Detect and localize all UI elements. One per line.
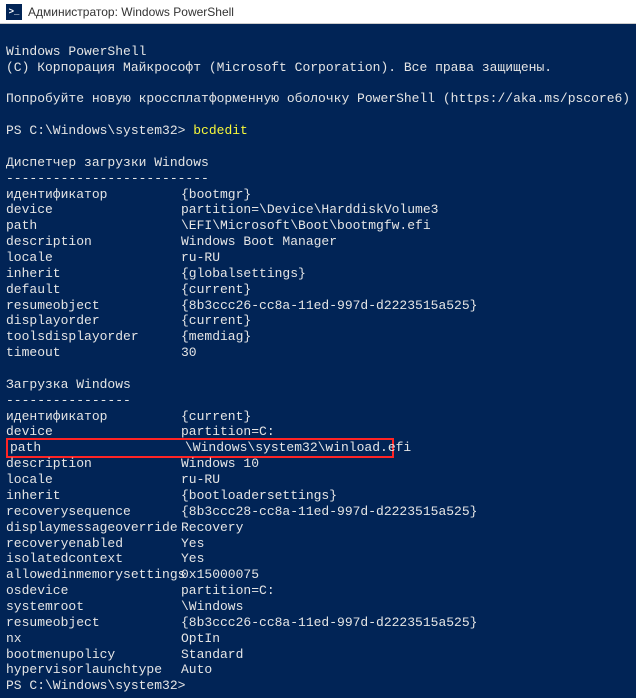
table-row: recoveryenabledYes <box>6 536 630 552</box>
table-row: isolatedcontextYes <box>6 551 630 567</box>
ps-header-line1: Windows PowerShell <box>6 44 146 59</box>
ps-header-line2: (C) Корпорация Майкрософт (Microsoft Cor… <box>6 60 552 75</box>
table-row: systemroot\Windows <box>6 599 630 615</box>
table-row: default{current} <box>6 282 630 298</box>
table-row: localeru-RU <box>6 250 630 266</box>
prompt-prefix: PS C:\Windows\system32> <box>6 123 193 138</box>
table-row: toolsdisplayorder{memdiag} <box>6 329 630 345</box>
window-titlebar[interactable]: >_ Администратор: Windows PowerShell <box>0 0 636 24</box>
table-row: timeout30 <box>6 345 630 361</box>
section1-divider: -------------------------- <box>6 171 209 186</box>
table-row: nxOptIn <box>6 631 630 647</box>
section2-divider: ---------------- <box>6 393 131 408</box>
table-row: идентификатор{current} <box>6 409 630 425</box>
table-row: osdevicepartition=C: <box>6 583 630 599</box>
command-text: bcdedit <box>193 123 248 138</box>
table-row: resumeobject{8b3ccc26-cc8a-11ed-997d-d22… <box>6 298 630 314</box>
prompt-ready: PS C:\Windows\system32> <box>6 678 185 693</box>
table-row: inherit{globalsettings} <box>6 266 630 282</box>
table-row: localeru-RU <box>6 472 630 488</box>
table-row: resumeobject{8b3ccc26-cc8a-11ed-997d-d22… <box>6 615 630 631</box>
table-row: displayorder{current} <box>6 313 630 329</box>
section1-title: Диспетчер загрузки Windows <box>6 155 209 170</box>
powershell-icon: >_ <box>6 4 22 20</box>
table-row: allowedinmemorysettings0x15000075 <box>6 567 630 583</box>
ps-header-line3: Попробуйте новую кроссплатформенную обол… <box>6 91 630 106</box>
table-row: displaymessageoverrideRecovery <box>6 520 630 536</box>
window-title: Администратор: Windows PowerShell <box>28 5 234 19</box>
table-row: descriptionWindows 10 <box>6 456 630 472</box>
table-row: descriptionWindows Boot Manager <box>6 234 630 250</box>
table-row: path\EFI\Microsoft\Boot\bootmgfw.efi <box>6 218 630 234</box>
table-row: devicepartition=\Device\HarddiskVolume3 <box>6 202 630 218</box>
table-row: inherit{bootloadersettings} <box>6 488 630 504</box>
table-row: hypervisorlaunchtypeAuto <box>6 662 630 678</box>
table-row: bootmenupolicyStandard <box>6 647 630 663</box>
section2-title: Загрузка Windows <box>6 377 131 392</box>
table-row: recoverysequence{8b3ccc28-cc8a-11ed-997d… <box>6 504 630 520</box>
table-row: идентификатор{bootmgr} <box>6 187 630 203</box>
terminal-output[interactable]: Windows PowerShell (C) Корпорация Майкро… <box>0 24 636 698</box>
